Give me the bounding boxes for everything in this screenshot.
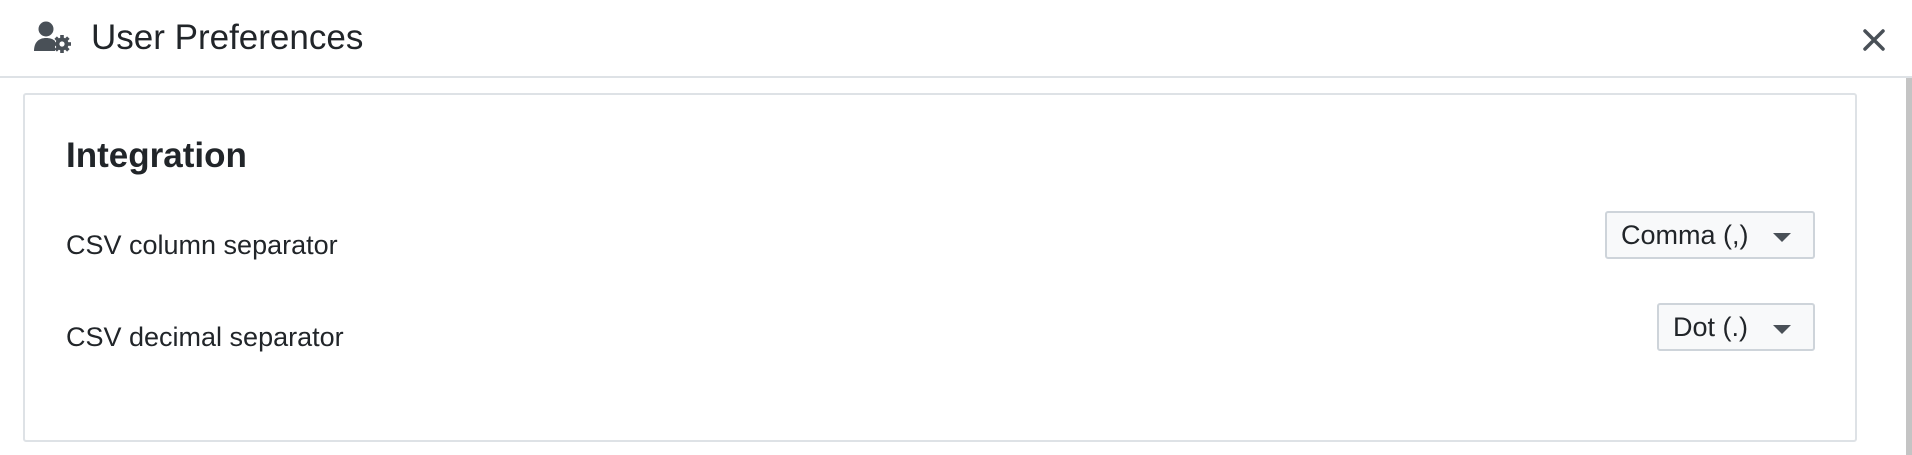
section-title: Integration bbox=[66, 136, 247, 175]
user-preferences-dialog: User Preferences Integration CSV column … bbox=[0, 0, 1912, 455]
csv-column-separator-select[interactable]: Comma (,) bbox=[1605, 211, 1815, 259]
dialog-body: Integration CSV column separator Comma (… bbox=[0, 78, 1912, 455]
dialog-header: User Preferences bbox=[0, 0, 1912, 78]
user-gear-icon bbox=[34, 21, 71, 53]
scrollbar-track[interactable] bbox=[1906, 78, 1912, 455]
csv-decimal-separator-value: Dot (.) bbox=[1673, 312, 1749, 342]
caret-down-icon bbox=[1773, 233, 1791, 242]
integration-card: Integration CSV column separator Comma (… bbox=[23, 93, 1857, 442]
csv-decimal-separator-select[interactable]: Dot (.) bbox=[1657, 303, 1815, 351]
close-icon bbox=[1863, 29, 1885, 51]
scrollbar-thumb[interactable] bbox=[1906, 78, 1912, 455]
caret-down-icon bbox=[1773, 325, 1791, 334]
close-button[interactable] bbox=[1856, 22, 1892, 58]
csv-decimal-separator-label: CSV decimal separator bbox=[66, 322, 344, 352]
dialog-title: User Preferences bbox=[91, 18, 364, 57]
csv-column-separator-label: CSV column separator bbox=[66, 230, 338, 260]
csv-column-separator-value: Comma (,) bbox=[1621, 220, 1749, 250]
